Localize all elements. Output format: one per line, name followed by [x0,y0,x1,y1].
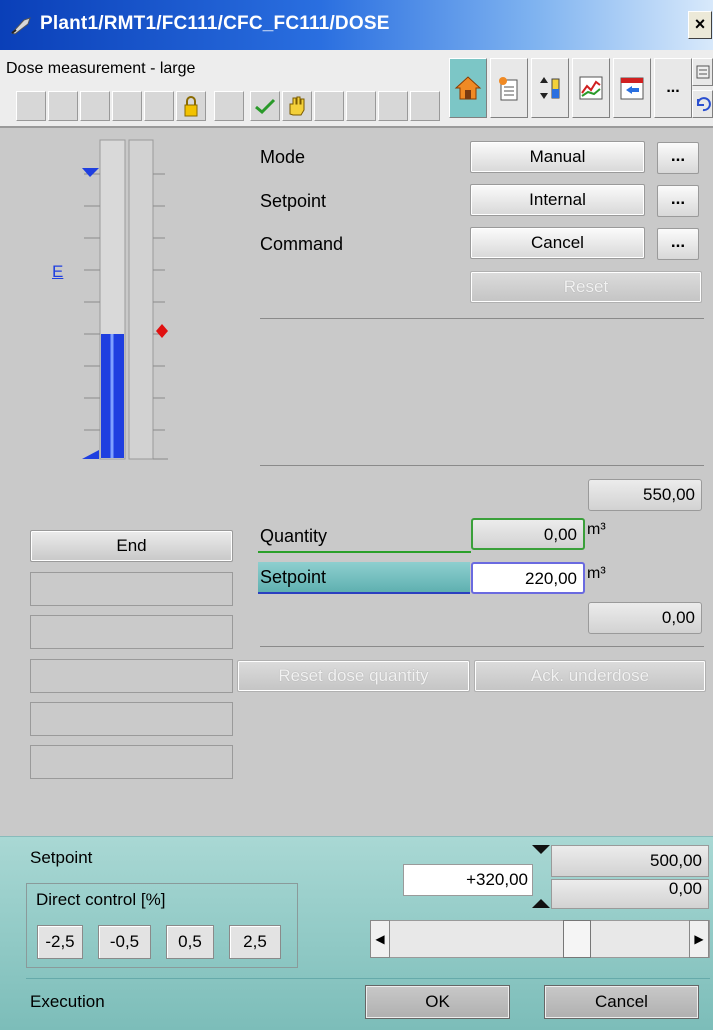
home-view-button[interactable] [449,58,487,118]
status-slot [30,702,233,736]
parameter-view-button[interactable] [490,58,528,118]
dose-bar-graph [82,139,168,460]
back-button[interactable] [692,90,713,118]
status-slot [30,659,233,693]
status-slot [30,745,233,779]
mode-more-button[interactable]: ... [657,142,699,174]
window-title: Plant1/RMT1/FC111/CFC_FC111/DOSE [40,13,390,34]
slider-thumb[interactable] [563,920,591,958]
print-button[interactable] [692,58,713,86]
scale-ticks [84,173,168,460]
low-limit-value: 0,00 [588,602,702,634]
limits-icon [540,77,560,99]
status-cell [378,91,408,121]
setpoint-slider[interactable] [370,920,710,958]
quantity-underline [258,551,471,553]
command-button[interactable]: Cancel [470,227,645,259]
high-pointer-icon [532,845,550,854]
divider [260,318,704,319]
status-cell [112,91,142,121]
slider-right-arrow[interactable]: ▶ [689,920,709,958]
mode-label: Mode [260,147,306,167]
scale-unit-link[interactable]: E [52,262,63,282]
lock-icon [184,96,198,117]
dose-status-end: End [30,530,233,562]
slider-left-arrow[interactable]: ◀ [370,920,390,958]
status-cell [48,91,78,121]
divider [260,465,704,466]
quantity-unit: m³ [587,521,606,538]
footer-setpoint-label: Setpoint [30,848,93,867]
footer-low-value: 0,00 [551,879,709,909]
status-cell [314,91,344,121]
close-button[interactable]: × [688,11,712,39]
setpoint-dose-input[interactable]: 220,00 [471,562,585,594]
reset-button[interactable]: Reset [470,271,702,303]
limit-view-button[interactable] [531,58,569,118]
hand-icon [289,96,305,116]
divider [260,646,704,647]
footer-high-value: 500,00 [551,845,709,877]
setpoint-dose-unit: m³ [587,565,606,582]
trend-icon [579,76,603,100]
step-minus-0-5-button[interactable]: -0,5 [98,925,151,959]
status-slot [30,572,233,606]
step-plus-2-5-button[interactable]: 2,5 [229,925,281,959]
app-icon [11,17,31,35]
setpoint-marker [156,324,168,338]
status-cell-lock [176,91,206,121]
status-cell-check [250,91,280,121]
scale-track [128,139,154,460]
undo-icon [696,97,711,112]
faceplate-view-button[interactable] [613,58,651,118]
high-limit-value: 550,00 [588,479,702,511]
quantity-label: Quantity [260,526,328,546]
status-slot [30,615,233,649]
ok-button[interactable]: OK [365,985,510,1019]
step-minus-2-5-button[interactable]: -2,5 [37,925,83,959]
status-cell [214,91,244,121]
setpoint-source-label: Setpoint [260,191,327,211]
checkmark-icon [255,98,276,115]
direct-control-label: Direct control [%] [36,890,166,909]
command-more-button[interactable]: ... [657,228,699,260]
setpoint-more-button[interactable]: ... [657,185,699,217]
status-cell [80,91,110,121]
cancel-button[interactable]: Cancel [544,985,699,1019]
ack-underdose-button[interactable]: Ack. underdose [474,660,706,692]
execution-label: Execution [30,992,105,1011]
setpoint-entry-input[interactable]: +320,00 [403,864,533,896]
title-bar: Plant1/RMT1/FC111/CFC_FC111/DOSE [0,0,713,50]
faceplate-icon [620,77,644,100]
low-pointer-icon [532,899,550,908]
status-cell [410,91,440,121]
faceplate-title: Dose measurement - large [6,60,196,77]
status-cell [346,91,376,121]
mode-button[interactable]: Manual [470,141,645,173]
setpoint-source-button[interactable]: Internal [470,184,645,216]
command-label: Command [260,234,344,254]
reset-dose-quantity-button[interactable]: Reset dose quantity [237,660,470,692]
trend-view-button[interactable] [572,58,610,118]
step-plus-0-5-button[interactable]: 0,5 [166,925,214,959]
more-views-button[interactable]: ... [654,58,692,118]
home-icon [454,76,482,100]
setpoint-dose-label: Setpoint [258,562,470,594]
status-cell-hand [282,91,312,121]
footer-divider [26,978,710,979]
low-limit-marker [82,450,99,459]
status-cell [16,91,46,121]
high-limit-marker [82,168,99,177]
status-cell [144,91,174,121]
document-icon [499,77,518,101]
print-icon [696,65,709,79]
faceplate-header: Dose measurement - large ... [0,50,713,128]
quantity-value: 0,00 [471,518,585,550]
